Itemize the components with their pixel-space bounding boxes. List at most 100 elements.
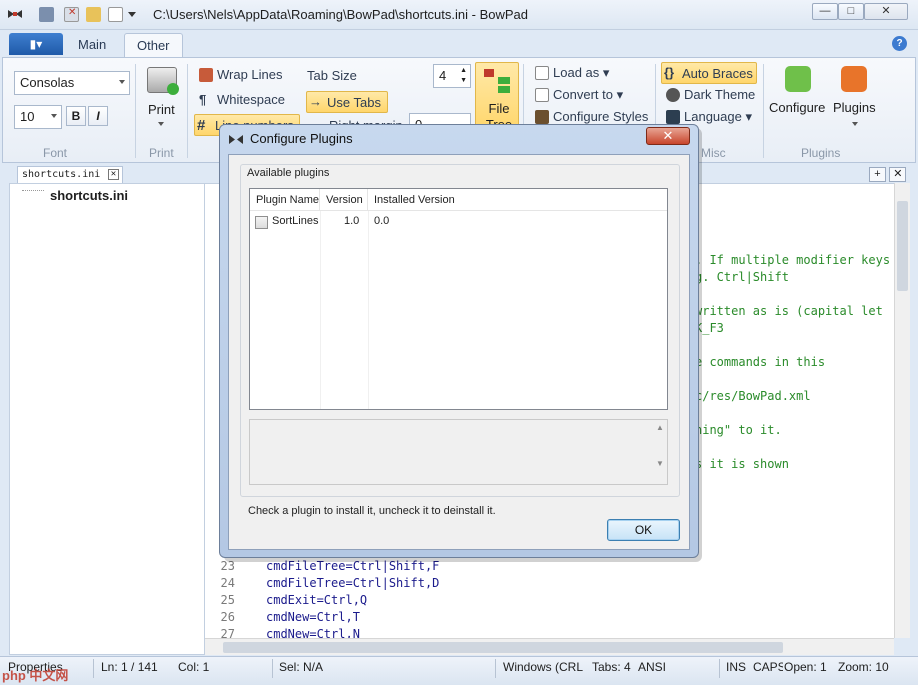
separator	[187, 64, 188, 158]
document-tab-label: shortcuts.ini	[22, 169, 101, 180]
plugin-list[interactable]: Plugin Name Version Installed Version So…	[249, 188, 668, 410]
wrap-lines-label: Wrap Lines	[217, 67, 283, 82]
document-tab[interactable]: shortcuts.ini ✕	[17, 166, 123, 183]
status-tabs[interactable]: Tabs: 4	[592, 660, 631, 674]
load-as-label: Load as	[553, 65, 600, 80]
hint-text: Check a plugin to install it, uncheck it…	[248, 505, 496, 517]
save-icon[interactable]	[39, 7, 54, 22]
code-line: cmdFileTree=Ctrl|Shift,D	[266, 576, 440, 590]
status-bar: Properties Ln: 1 / 141 Col: 1 Sel: N/A W…	[0, 656, 918, 685]
description-scrollbar[interactable]: ▲ ▼	[655, 423, 665, 481]
code-fragment: written as is (capital let	[695, 304, 883, 318]
pilcrow-icon: ¶	[199, 92, 207, 107]
close-window-button[interactable]: ✕	[864, 3, 908, 20]
plugin-checkbox[interactable]	[255, 216, 268, 229]
puzzle-orange-icon	[841, 66, 867, 92]
horizontal-scrollbar[interactable]	[205, 638, 894, 655]
bowpad-logo-icon	[228, 134, 244, 145]
line-number: 24	[220, 576, 235, 590]
tab-size-spinner[interactable]: 4 ▲ ▼	[433, 64, 471, 88]
status-column: Col: 1	[178, 660, 210, 674]
separator	[763, 64, 764, 158]
close-tab-icon[interactable]: ✕	[108, 169, 119, 180]
configure-label: Configure	[769, 100, 826, 115]
title-bar: ✕ C:\Users\Nels\AppData\Roaming\BowPad\s…	[0, 0, 918, 30]
wrap-lines-button[interactable]: Wrap Lines	[197, 64, 283, 86]
document-icon	[535, 88, 549, 102]
bold-button[interactable]: B	[66, 106, 86, 126]
configure-plugins-button[interactable]: Configure	[769, 64, 829, 124]
chevron-down-icon	[158, 122, 164, 126]
new-file-icon[interactable]	[108, 7, 123, 22]
ribbon-tab-bar: ▮▾ Main Other ?	[0, 30, 918, 58]
file-tree-icon	[484, 69, 512, 93]
status-selection: Sel: N/A	[279, 660, 324, 674]
plugin-version: 1.0	[344, 215, 360, 227]
add-split-button[interactable]: +	[869, 167, 886, 182]
separator	[719, 659, 720, 678]
plugin-name: SortLines	[272, 215, 319, 227]
code-fragment: hing" to it.	[695, 423, 782, 437]
font-size-combo[interactable]: 10	[14, 105, 62, 129]
convert-to-button[interactable]: Convert to ▾	[533, 84, 623, 106]
app-menu-button[interactable]: ▮▾	[9, 33, 63, 55]
auto-braces-button[interactable]: {} Auto Braces	[661, 62, 757, 84]
use-tabs-label: Use Tabs	[327, 95, 381, 110]
auto-braces-label: Auto Braces	[682, 66, 753, 81]
quick-access-dropdown-icon[interactable]	[128, 12, 136, 17]
dark-theme-button[interactable]: Dark Theme	[664, 84, 755, 106]
open-folder-icon[interactable]	[86, 7, 101, 22]
separator	[93, 659, 94, 678]
column-header-installed[interactable]: Installed Version	[368, 189, 667, 211]
tab-main[interactable]: Main	[66, 33, 118, 58]
status-eol[interactable]: Windows (CRL	[503, 660, 583, 674]
group-title: Available plugins	[245, 167, 332, 179]
file-tree-pane: shortcuts.ini	[9, 183, 205, 655]
file-tree-button[interactable]: File Tree	[475, 62, 519, 132]
print-button[interactable]: Print	[143, 64, 179, 134]
font-name-combo[interactable]: Consolas	[14, 71, 130, 95]
tree-item[interactable]: shortcuts.ini	[22, 188, 128, 203]
tab-size-label: Tab Size	[307, 68, 357, 83]
maximize-button[interactable]: □	[838, 3, 864, 20]
vertical-scrollbar[interactable]	[894, 183, 910, 638]
printer-icon	[147, 67, 179, 95]
plugins-button[interactable]: Plugins	[833, 64, 881, 134]
misc-group-label: Misc	[701, 146, 726, 160]
wrap-lines-icon	[199, 68, 213, 82]
ok-button[interactable]: OK	[607, 519, 680, 541]
braces-icon: {}	[664, 65, 675, 80]
horizontal-scroll-thumb[interactable]	[223, 642, 783, 653]
print-label: Print	[148, 102, 175, 117]
document-icon	[535, 66, 549, 80]
help-icon[interactable]: ?	[892, 36, 907, 51]
close-file-icon[interactable]: ✕	[64, 7, 79, 22]
separator	[135, 64, 136, 158]
styles-icon	[535, 110, 549, 124]
font-name-value: Consolas	[20, 75, 75, 90]
use-tabs-button[interactable]: → Use Tabs	[306, 91, 388, 113]
column-header-version[interactable]: Version	[320, 189, 368, 211]
load-as-button[interactable]: Load as ▾	[533, 62, 609, 84]
code-fragment: c/res/BowPad.xml	[695, 389, 811, 403]
configure-styles-label: Configure Styles	[553, 109, 649, 124]
status-encoding[interactable]: ANSI	[638, 660, 666, 674]
dialog-body: Available plugins Plugin Name Version In…	[228, 154, 690, 550]
dark-theme-label: Dark Theme	[684, 87, 756, 102]
language-label: Language	[684, 109, 742, 124]
minimize-button[interactable]: —	[812, 3, 838, 20]
close-split-button[interactable]: ✕	[889, 167, 907, 182]
whitespace-button[interactable]: ¶ Whitespace	[197, 89, 285, 111]
italic-button[interactable]: I	[88, 106, 108, 126]
code-fragment: . If multiple modifier keys	[695, 253, 891, 267]
split-controls: + ✕	[869, 166, 907, 182]
puzzle-green-icon	[785, 66, 811, 92]
tab-other[interactable]: Other	[124, 33, 183, 58]
vertical-scroll-thumb[interactable]	[897, 201, 908, 291]
code-fragment: g. Ctrl|Shift	[695, 270, 789, 284]
column-divider	[320, 211, 321, 409]
column-header-name[interactable]: Plugin Name	[250, 189, 320, 211]
hash-icon: #	[197, 117, 206, 134]
configure-plugins-dialog: Configure Plugins ✕ Available plugins Pl…	[219, 124, 699, 558]
dialog-close-button[interactable]: ✕	[646, 127, 690, 145]
